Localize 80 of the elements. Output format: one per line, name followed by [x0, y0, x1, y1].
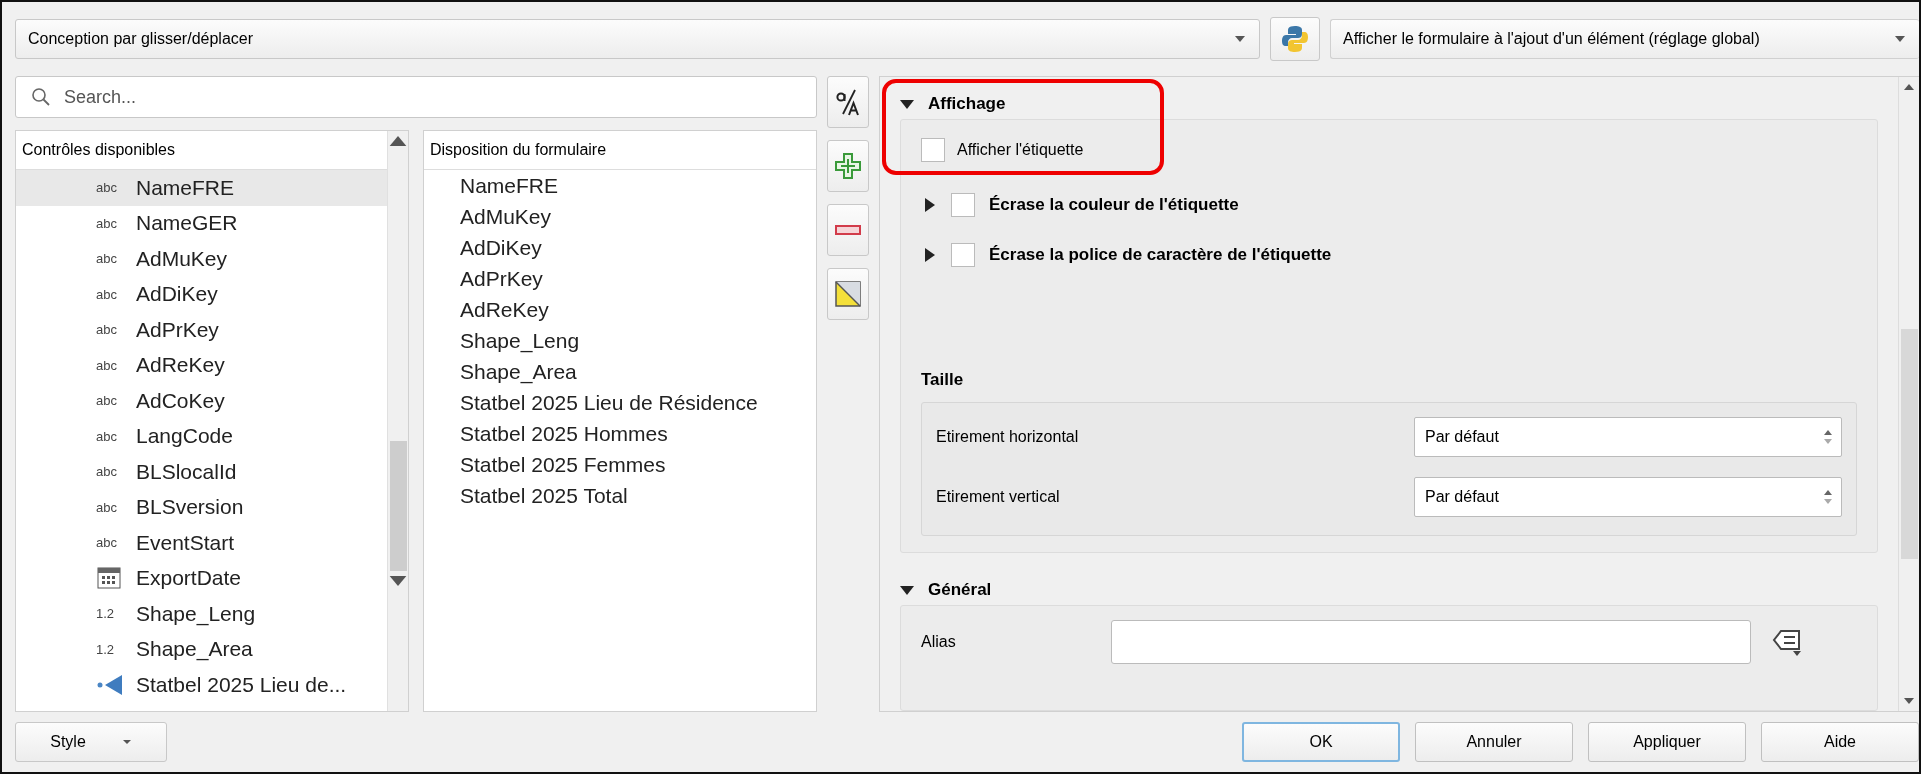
tree-item[interactable]: Shape_Leng — [424, 325, 816, 356]
invert-selection-button[interactable] — [827, 268, 869, 320]
list-item[interactable]: abc NameFRE — [16, 170, 387, 206]
list-item[interactable]: abc AdPrKey — [16, 312, 387, 348]
alias-field[interactable] — [1111, 619, 1751, 664]
search-field[interactable]: Search... — [15, 76, 817, 118]
list-item[interactable]: abc LangCode — [16, 418, 387, 454]
style-button[interactable]: Style — [15, 722, 167, 762]
tree-item[interactable]: AdReKey — [424, 294, 816, 325]
dialog-button[interactable]: OK — [1242, 722, 1400, 762]
tree-item[interactable]: Statbel 2025 Femmes — [424, 449, 816, 480]
search-icon — [31, 87, 51, 107]
field-type-label: abc — [96, 251, 118, 267]
field-type-label: abc — [96, 215, 118, 231]
field-type-label: 1.2 — [96, 606, 116, 622]
add-button[interactable] — [827, 140, 869, 192]
python-button[interactable] — [1270, 17, 1320, 61]
group-title: Écrase la police de caractère de l'étiquette — [989, 244, 1332, 265]
tree-item[interactable]: Shape_Area — [424, 356, 816, 387]
scrollbar[interactable] — [1898, 77, 1919, 711]
field-label: Alias — [921, 632, 957, 651]
caret-icon — [1233, 35, 1247, 43]
expand-triangle-icon[interactable] — [923, 247, 937, 262]
list-item[interactable]: abc AdMuKey — [16, 241, 387, 277]
tree-item[interactable]: AdMuKey — [424, 201, 816, 232]
spin-box[interactable]: Par défaut — [1414, 476, 1842, 517]
scrollbar[interactable] — [387, 131, 408, 711]
spin-box[interactable]: Par défaut — [1414, 416, 1842, 457]
field-type-label: abc — [96, 286, 118, 302]
expand-triangle-icon[interactable] — [923, 197, 937, 212]
group-title: Taille — [921, 369, 965, 390]
form-suppress-dropdown[interactable]: Afficher le formulaire à l'ajout d'un élément (réglage global) — [1330, 19, 1919, 59]
scrollbar-thumb[interactable] — [389, 441, 407, 571]
scrollbar-thumb[interactable] — [1900, 329, 1918, 559]
tree-item[interactable]: Statbel 2025 Hommes — [424, 418, 816, 449]
tree-item[interactable]: AdDiKey — [424, 232, 816, 263]
list-item[interactable]: abc EventStart — [16, 525, 387, 561]
list-item[interactable]: abc AdDiKey — [16, 276, 387, 312]
section-title: Affichage — [928, 93, 1006, 114]
list-item[interactable]: abc BLSversion — [16, 489, 387, 525]
field-label: Etirement vertical — [936, 487, 1060, 506]
field-type-label: abc — [96, 180, 118, 196]
list-item[interactable]: abc NameGER — [16, 205, 387, 241]
python-logo-icon — [1280, 24, 1310, 54]
checkbox-label: Afficher l'étiquette — [957, 140, 1084, 159]
section-title: Général — [928, 579, 992, 600]
list-item[interactable]: 1.2 Shape_Area — [16, 631, 387, 667]
dialog-button[interactable]: Appliquer — [1588, 722, 1746, 762]
layout-dropdown[interactable]: Conception par glisser/déplacer — [15, 19, 1260, 59]
caret-icon — [121, 739, 132, 745]
field-type-label: 1.2 — [96, 641, 116, 657]
plus-icon — [833, 151, 863, 181]
dialog-button[interactable]: Annuler — [1415, 722, 1573, 762]
list-item[interactable]: abc AdReKey — [16, 347, 387, 383]
selection-square-icon — [833, 279, 863, 309]
checkbox[interactable] — [951, 192, 975, 217]
field-type-label: abc — [96, 464, 118, 480]
field-type-label: abc — [96, 357, 118, 373]
list-item[interactable]: Statbel 2025 Lieu de... — [16, 667, 387, 703]
tree-item[interactable]: NameFRE — [424, 170, 816, 201]
dialog-button[interactable]: Aide — [1761, 722, 1919, 762]
list-item[interactable]: abc AdCoKey — [16, 383, 387, 419]
field-type-label: abc — [96, 428, 118, 444]
tree-item[interactable]: Statbel 2025 Lieu de Résidence — [424, 387, 816, 418]
field-type-label: abc — [96, 322, 118, 338]
list-item[interactable]: ExportDate — [16, 560, 387, 596]
caret-icon — [1893, 35, 1907, 43]
group-title: Écrase la couleur de l'étiquette — [989, 194, 1239, 215]
field-type-label: abc — [96, 535, 118, 551]
field-type-label: abc — [96, 499, 118, 515]
remove-button[interactable] — [827, 204, 869, 256]
field-type-label: abc — [96, 393, 118, 409]
tree-item[interactable]: AdPrKey — [424, 263, 816, 294]
list-item[interactable]: abc BLSlocalId — [16, 454, 387, 490]
checkbox[interactable] — [951, 242, 975, 267]
field-label: Etirement horizontal — [936, 427, 1079, 446]
list-item[interactable]: 1.2 Shape_Leng — [16, 596, 387, 632]
rename-button[interactable] — [827, 76, 869, 128]
tree-item[interactable]: Statbel 2025 Total — [424, 480, 816, 511]
checkbox[interactable] — [921, 137, 945, 162]
